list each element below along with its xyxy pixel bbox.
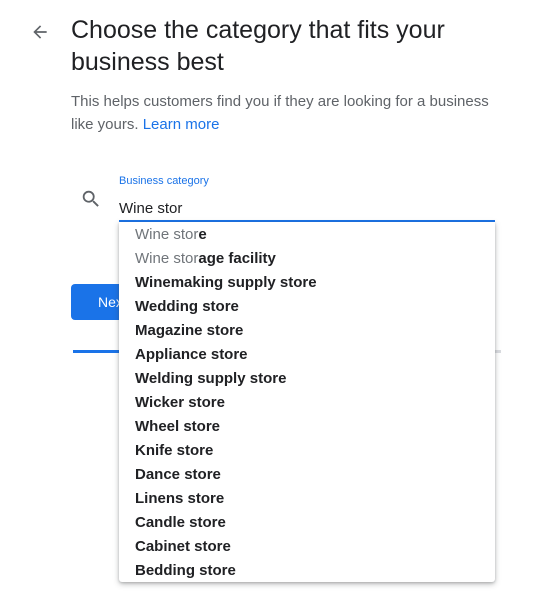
suggestion-rest-text: Knife store	[135, 442, 214, 459]
suggestion-item[interactable]: Knife store	[119, 439, 495, 463]
suggestion-item[interactable]: Welding supply store	[119, 367, 495, 391]
page-subtitle: This helps customers find you if they ar…	[71, 90, 491, 136]
suggestion-rest-text: Wicker store	[135, 394, 225, 411]
suggestion-match-text: Wine stor	[135, 226, 199, 243]
business-category-input[interactable]	[119, 197, 495, 219]
suggestion-item[interactable]: Candle store	[119, 511, 495, 535]
suggestion-item[interactable]: Wheel store	[119, 415, 495, 439]
suggestion-rest-text: Magazine store	[135, 322, 244, 339]
suggestion-rest-text: Dance store	[135, 466, 221, 483]
suggestion-rest-text: Winemaking supply store	[135, 274, 317, 291]
search-icon	[82, 190, 99, 207]
suggestion-rest-text: age facility	[198, 250, 276, 267]
page-title: Choose the category that fits your busin…	[71, 16, 445, 76]
suggestion-item[interactable]: Wicker store	[119, 391, 495, 415]
suggestion-rest-text: e	[198, 226, 207, 243]
suggestion-item[interactable]: Winemaking supply store	[119, 271, 495, 295]
suggestion-item[interactable]: Dance store	[119, 463, 495, 487]
suggestion-item[interactable]: Wine storage facility	[119, 247, 495, 271]
suggestion-rest-text: Linens store	[135, 490, 225, 507]
suggestion-item[interactable]: Appliance store	[119, 343, 495, 367]
suggestion-item[interactable]: Magazine store	[119, 319, 495, 343]
suggestion-rest-text: Wedding store	[135, 298, 239, 315]
suggestion-item[interactable]: Cabinet store	[119, 535, 495, 559]
suggestion-item[interactable]: Bedding store	[119, 559, 495, 583]
learn-more-link[interactable]: Learn more	[143, 116, 220, 133]
suggestion-item[interactable]: Wine store	[119, 223, 495, 247]
suggestion-item[interactable]: Wedding store	[119, 295, 495, 319]
suggestion-rest-text: Candle store	[135, 514, 226, 531]
category-suggestions-dropdown: Wine store Wine storage facility Winemakin…	[119, 222, 495, 582]
business-category-field: Business category	[119, 172, 495, 222]
suggestion-rest-text: Appliance store	[135, 346, 248, 363]
suggestion-rest-text: Bedding store	[135, 562, 236, 579]
suggestion-rest-text: Cabinet store	[135, 538, 231, 555]
suggestion-rest-text: Wheel store	[135, 418, 221, 435]
business-category-label: Business category	[119, 175, 209, 187]
suggestion-match-text: Wine stor	[135, 250, 199, 267]
back-button[interactable]	[26, 18, 54, 46]
suggestion-item[interactable]: Linens store	[119, 487, 495, 511]
suggestion-rest-text: Welding supply store	[135, 370, 287, 387]
subtitle-text: This helps customers find you if they ar…	[71, 93, 489, 133]
arrow-back-icon	[33, 25, 47, 39]
